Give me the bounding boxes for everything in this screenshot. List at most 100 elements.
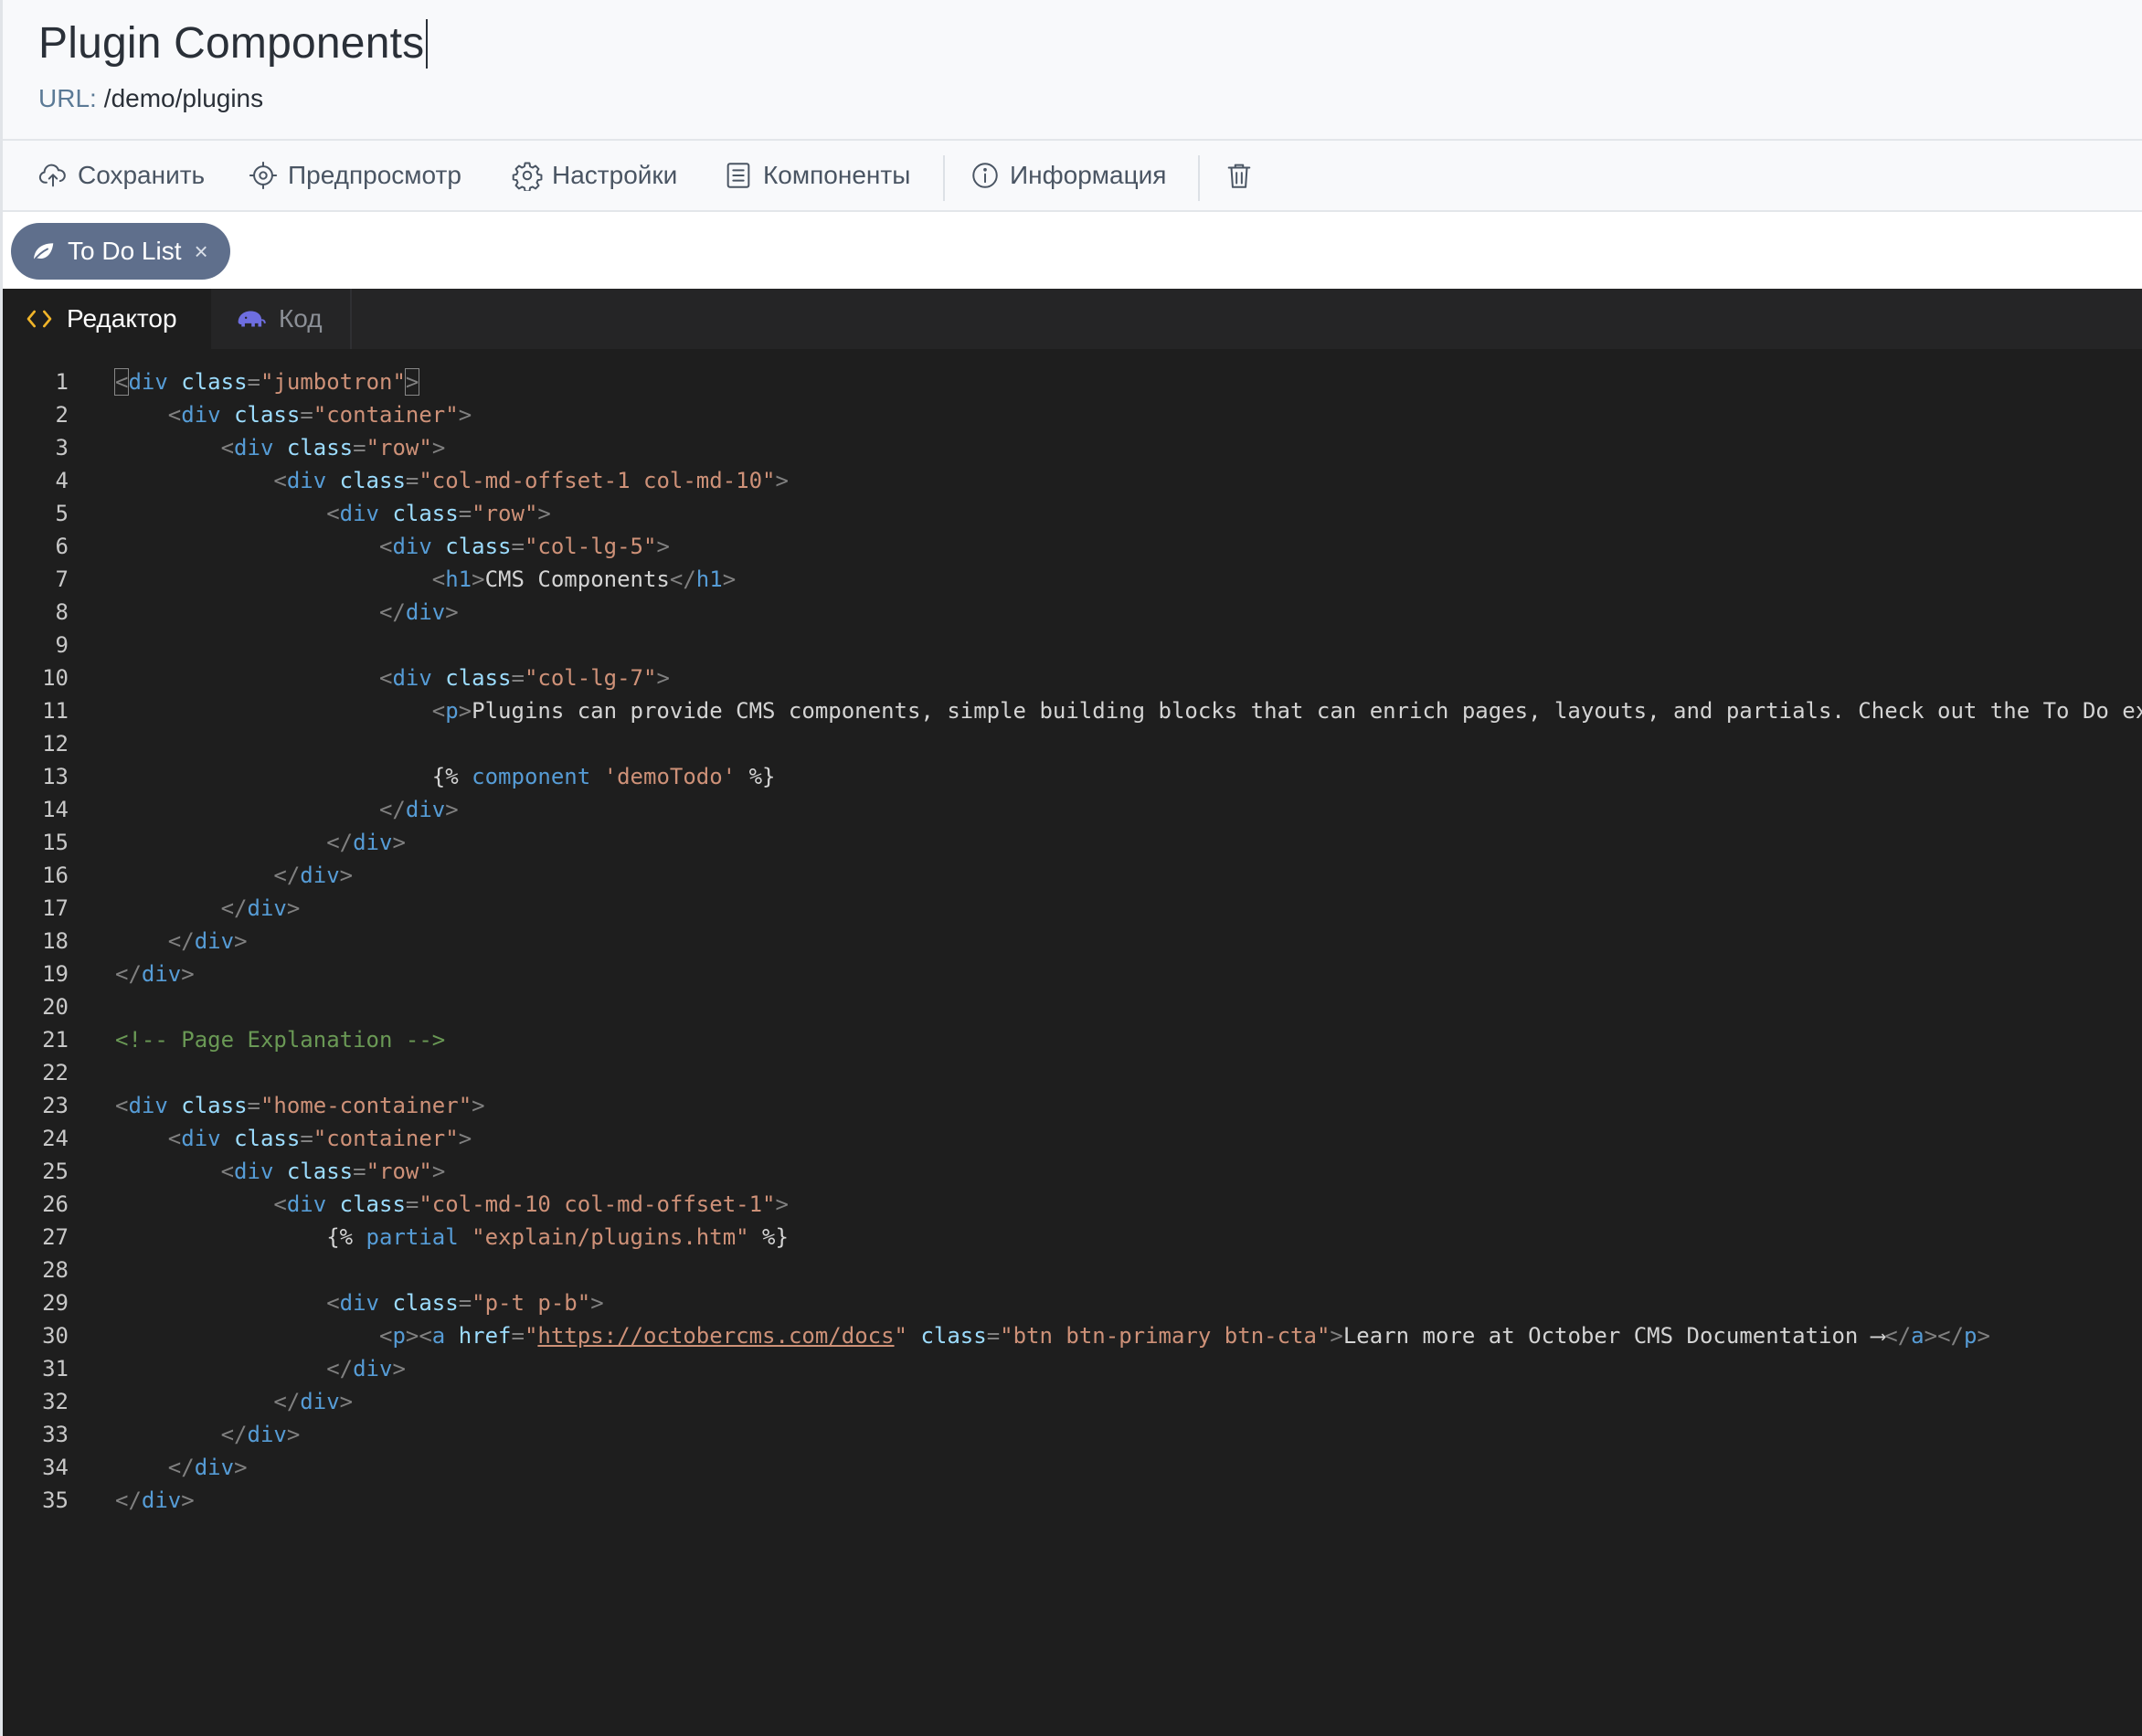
code-brackets-icon bbox=[27, 310, 52, 328]
code-punctuation: > bbox=[404, 368, 420, 396]
code-punctuation: > bbox=[181, 1487, 195, 1513]
tab-divider bbox=[350, 289, 352, 349]
line-source: {% component 'demoTodo' %} bbox=[115, 760, 776, 793]
code-punctuation: </ bbox=[1884, 1323, 1912, 1349]
editor-tabs: Редактор Код bbox=[3, 289, 2142, 349]
delete-button[interactable] bbox=[1224, 141, 1255, 210]
line-number: 17 bbox=[42, 895, 69, 921]
line-number: 10 bbox=[42, 665, 69, 691]
code-tag: p bbox=[392, 1323, 406, 1349]
line-number: 24 bbox=[42, 1126, 69, 1151]
save-button[interactable]: Сохранить bbox=[37, 141, 205, 210]
line-number: 23 bbox=[42, 1093, 69, 1118]
line-source: <div class="p-t p-b"> bbox=[115, 1286, 604, 1319]
page-title[interactable]: Plugin Components bbox=[38, 16, 424, 71]
code-punctuation: < bbox=[378, 1323, 393, 1349]
cloud-upload-icon bbox=[38, 164, 66, 187]
code-tag: div bbox=[405, 797, 446, 822]
code-punctuation: </ bbox=[378, 599, 406, 625]
code-link[interactable]: https://octobercms.com/docs bbox=[537, 1323, 894, 1349]
close-icon[interactable]: × bbox=[195, 239, 208, 263]
code-string: "home-container" bbox=[260, 1093, 472, 1118]
line-number: 12 bbox=[42, 731, 69, 757]
code-punctuation: </ bbox=[273, 863, 301, 888]
url-field[interactable]: URL:/demo/plugins bbox=[38, 84, 263, 113]
code-area[interactable]: 1 <div class="jumbotron"> 2 <div class="co… bbox=[3, 349, 2142, 1736]
line-number: 5 bbox=[55, 501, 69, 526]
line-source: </div> bbox=[115, 1484, 195, 1517]
code-punctuation: < bbox=[431, 566, 446, 592]
preview-button[interactable]: Предпросмотр bbox=[248, 141, 461, 210]
code-punctuation: >< bbox=[405, 1323, 432, 1349]
code-punctuation: > bbox=[656, 665, 670, 691]
line-source: </div> bbox=[115, 925, 248, 958]
code-punctuation: > bbox=[1330, 1323, 1343, 1349]
code-string: "row" bbox=[366, 1159, 432, 1184]
code-punctuation: = bbox=[353, 435, 366, 460]
code-punctuation: </ bbox=[378, 797, 406, 822]
line-source: {% partial "explain/plugins.htm" %} bbox=[115, 1221, 789, 1254]
preview-label: Предпросмотр bbox=[288, 161, 461, 189]
code-punctuation: = bbox=[247, 369, 260, 395]
component-chip-todo[interactable]: To Do List × bbox=[11, 223, 230, 280]
code-punctuation: > bbox=[431, 1159, 446, 1184]
code-tag: div bbox=[286, 1191, 327, 1217]
code-tag: a bbox=[1911, 1323, 1925, 1349]
info-button[interactable]: Информация bbox=[970, 141, 1166, 210]
code-punctuation: = bbox=[405, 1191, 419, 1217]
url-value[interactable]: /demo/plugins bbox=[104, 84, 263, 112]
settings-button[interactable]: Настройки bbox=[512, 141, 677, 210]
code-punctuation: > bbox=[472, 566, 485, 592]
code-tag: div bbox=[247, 895, 287, 921]
code-tag: div bbox=[405, 599, 446, 625]
components-button[interactable]: Компоненты bbox=[723, 141, 910, 210]
code-attribute: class bbox=[920, 1323, 987, 1349]
code-tag: div bbox=[194, 1455, 235, 1480]
code-punctuation: < bbox=[378, 534, 393, 559]
code-comment: <!-- Page Explanation --> bbox=[115, 1027, 446, 1053]
code-tag: div bbox=[128, 369, 168, 395]
tab-code[interactable]: Код bbox=[211, 289, 350, 349]
page-title-field[interactable]: Plugin Components bbox=[38, 16, 429, 71]
line-number: 14 bbox=[42, 797, 69, 822]
line-source: <div class="home-container"> bbox=[115, 1089, 485, 1122]
code-tag: div bbox=[353, 830, 393, 855]
code-punctuation: > bbox=[181, 961, 195, 987]
code-punctuation: < bbox=[167, 402, 182, 428]
line-number: 4 bbox=[55, 468, 69, 493]
code-punctuation: < bbox=[273, 1191, 287, 1217]
code-attribute: href bbox=[458, 1323, 512, 1349]
code-text: CMS Components bbox=[484, 566, 670, 592]
url-label: URL: bbox=[38, 84, 97, 112]
line-source: <h1>CMS Components</h1> bbox=[115, 563, 736, 596]
code-attribute: class bbox=[339, 468, 406, 493]
code-string: "col-md-10 col-md-offset-1" bbox=[419, 1191, 776, 1217]
code-punctuation: = bbox=[300, 1126, 313, 1151]
code-punctuation: = bbox=[986, 1323, 1001, 1349]
code-string: "col-md-offset-1 col-md-10" bbox=[419, 468, 776, 493]
settings-label: Настройки bbox=[552, 161, 678, 189]
trash-icon bbox=[1227, 164, 1251, 188]
code-editor: Редактор Код 1 <div class="jumbotron"> 2 <… bbox=[3, 289, 2142, 1736]
tab-editor[interactable]: Редактор bbox=[3, 289, 211, 349]
code-tag: div bbox=[234, 1159, 274, 1184]
code-keyword: partial bbox=[366, 1224, 459, 1250]
code-tag: div bbox=[339, 501, 379, 526]
code-punctuation: > bbox=[590, 1290, 604, 1316]
code-punctuation: </ bbox=[220, 895, 248, 921]
code-string: "col-lg-5" bbox=[524, 534, 657, 559]
